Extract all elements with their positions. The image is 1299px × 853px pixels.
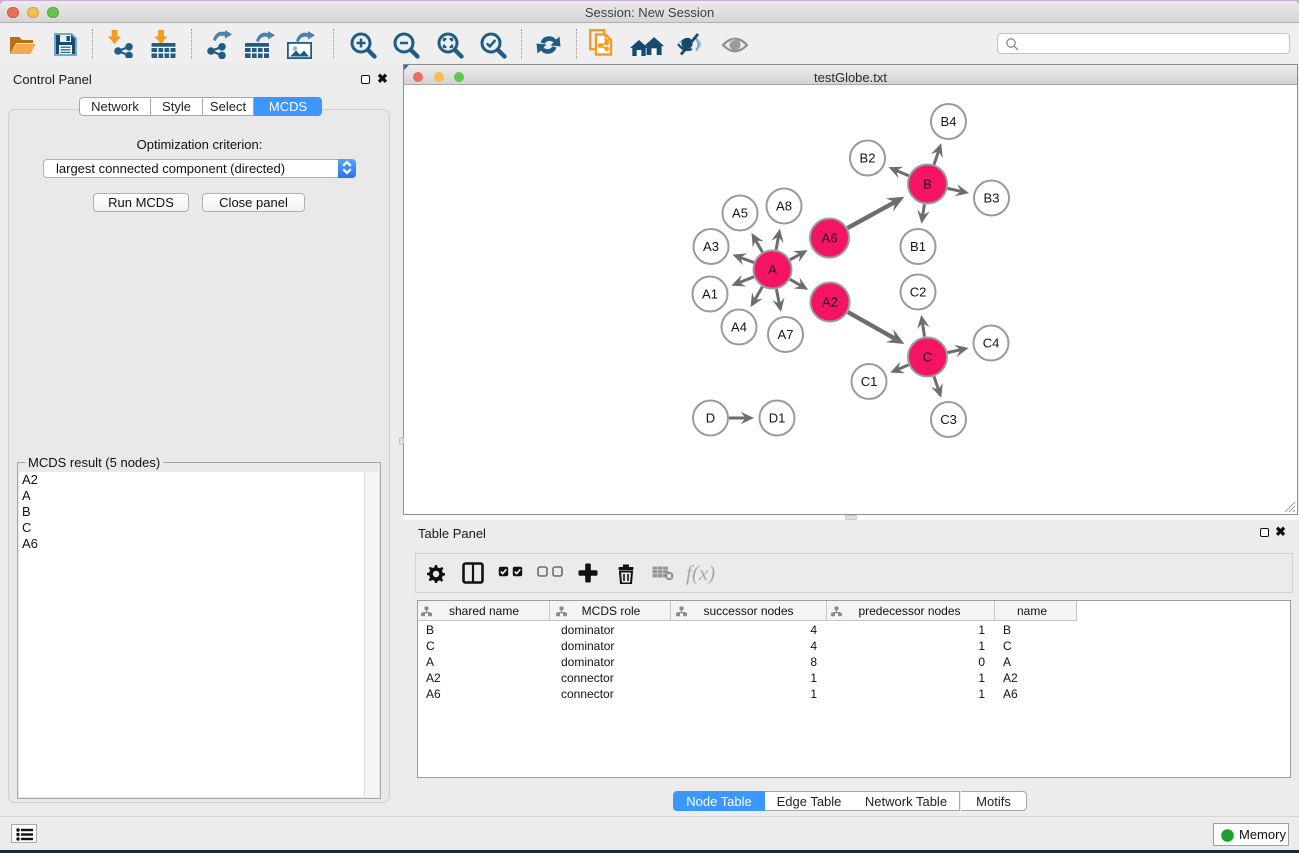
svg-text:C: C <box>922 349 931 364</box>
svg-text:D1: D1 <box>768 410 785 425</box>
svg-text:A: A <box>768 262 777 277</box>
svg-text:B1: B1 <box>910 239 926 254</box>
svg-text:A3: A3 <box>703 239 719 254</box>
svg-text:A7: A7 <box>777 327 793 342</box>
svg-text:A2: A2 <box>822 294 838 309</box>
svg-text:C3: C3 <box>940 412 957 427</box>
svg-text:B3: B3 <box>983 190 999 205</box>
svg-text:A4: A4 <box>731 319 747 334</box>
svg-text:C4: C4 <box>982 335 999 350</box>
svg-text:C2: C2 <box>909 284 926 299</box>
svg-text:A6: A6 <box>821 230 837 245</box>
svg-text:A1: A1 <box>702 286 718 301</box>
svg-text:A5: A5 <box>732 205 748 220</box>
svg-text:B2: B2 <box>859 150 875 165</box>
svg-text:A8: A8 <box>776 198 792 213</box>
svg-text:B: B <box>923 176 932 191</box>
svg-text:B4: B4 <box>940 114 956 129</box>
svg-text:C1: C1 <box>860 374 877 389</box>
svg-text:D: D <box>705 410 714 425</box>
